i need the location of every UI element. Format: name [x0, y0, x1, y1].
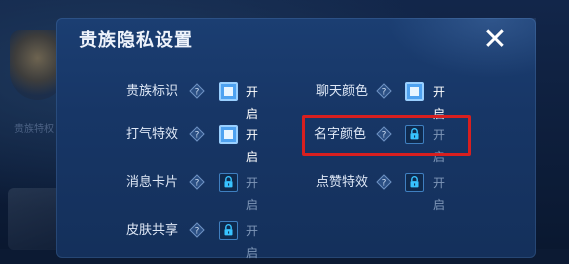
question-diamond-icon[interactable]: ?	[376, 174, 392, 190]
toggle-state: 开启	[246, 224, 259, 260]
svg-text:?: ?	[195, 131, 200, 141]
background-card	[8, 188, 62, 250]
toggle-state: 开启	[246, 85, 259, 121]
highlight-box	[302, 115, 471, 156]
background-side-label: 贵族特权	[14, 124, 54, 135]
toggle-checkbox[interactable]	[405, 82, 424, 101]
setting-label: 点赞特效	[316, 175, 369, 190]
setting-label: 聊天颜色	[316, 84, 369, 99]
dialog-title: 贵族隐私设置	[79, 30, 193, 51]
svg-text:?: ?	[195, 88, 200, 98]
lock-icon[interactable]	[219, 221, 238, 240]
setting-label: 打气特效	[126, 127, 179, 142]
svg-text:?: ?	[382, 179, 387, 189]
question-diamond-icon[interactable]: ?	[189, 174, 205, 190]
setting-label: 皮肤共享	[126, 223, 179, 238]
toggle-state: 开启	[246, 176, 259, 212]
setting-label: 消息卡片	[126, 175, 179, 190]
toggle-checkbox[interactable]	[219, 82, 238, 101]
svg-text:?: ?	[382, 88, 387, 98]
question-diamond-icon[interactable]: ?	[376, 83, 392, 99]
svg-text:?: ?	[195, 179, 200, 189]
panel-decoration	[386, 18, 536, 78]
toggle-state: 开启	[246, 128, 259, 164]
setting-label: 贵族标识	[126, 84, 179, 99]
toggle-checkbox[interactable]	[219, 125, 238, 144]
question-diamond-icon[interactable]: ?	[189, 126, 205, 142]
close-icon[interactable]: ✕	[480, 25, 510, 55]
lock-icon[interactable]	[219, 173, 238, 192]
question-diamond-icon[interactable]: ?	[189, 222, 205, 238]
lock-icon[interactable]	[405, 173, 424, 192]
toggle-state: 开启	[433, 176, 446, 212]
svg-text:?: ?	[195, 227, 200, 237]
question-diamond-icon[interactable]: ?	[189, 83, 205, 99]
